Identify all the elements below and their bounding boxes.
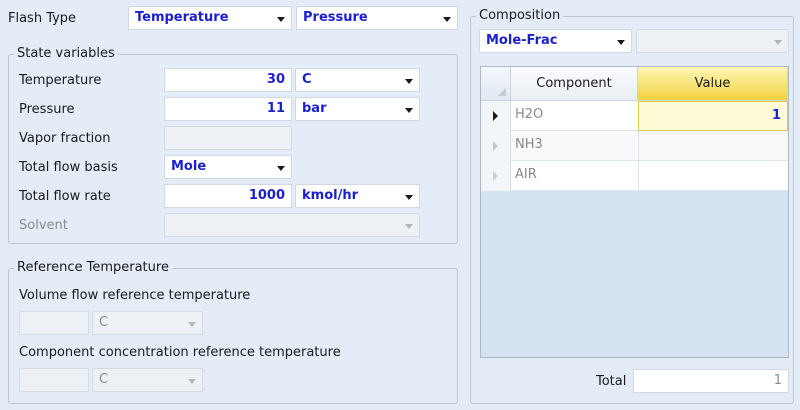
table-row[interactable]: AIR: [481, 161, 788, 191]
volume-ref-input[interactable]: [19, 311, 89, 335]
chevron-down-icon: [774, 40, 782, 45]
temperature-unit-value: C: [302, 72, 312, 87]
solvent-label: Solvent: [19, 218, 68, 233]
pressure-unit-value: bar: [302, 101, 327, 116]
flow-basis-label: Total flow basis: [19, 160, 118, 175]
row-pointer-icon: [493, 141, 498, 151]
pressure-unit-dropdown[interactable]: bar: [295, 97, 420, 121]
total-value: 1: [773, 373, 782, 388]
component-cell: NH3: [515, 137, 543, 152]
temperature-value: 30: [266, 72, 285, 87]
value-cell[interactable]: 1: [638, 101, 788, 131]
vapor-fraction-label: Vapor fraction: [19, 131, 111, 146]
chevron-down-icon: [188, 379, 196, 384]
table-row[interactable]: NH3: [481, 131, 788, 161]
table-row[interactable]: H2O 1: [481, 101, 788, 131]
grid-header: Component Value: [481, 67, 788, 101]
chevron-down-icon: [443, 17, 451, 22]
flash-type-label: Flash Type: [8, 11, 77, 26]
volume-ref-unit-value: C: [99, 315, 109, 330]
volume-ref-unit-dropdown[interactable]: C: [92, 311, 203, 335]
row-header[interactable]: [481, 101, 511, 131]
column-header-value[interactable]: Value: [638, 67, 788, 101]
reference-temperature-legend: Reference Temperature: [14, 260, 172, 276]
value-cell[interactable]: [638, 131, 788, 161]
column-header-component[interactable]: Component: [511, 67, 638, 101]
grid-corner[interactable]: [481, 67, 511, 101]
chevron-down-icon: [617, 40, 625, 45]
temperature-input[interactable]: 30: [164, 68, 292, 92]
row-header[interactable]: [481, 161, 511, 191]
row-pointer-icon: [493, 171, 498, 181]
flow-rate-label: Total flow rate: [19, 189, 111, 204]
conc-ref-input[interactable]: [19, 368, 89, 392]
flow-rate-input[interactable]: 1000: [164, 184, 292, 208]
chevron-down-icon: [188, 322, 196, 327]
chevron-down-icon: [405, 195, 413, 200]
temperature-unit-dropdown[interactable]: C: [295, 68, 420, 92]
flash-spec1-dropdown[interactable]: Temperature: [128, 6, 292, 30]
chevron-down-icon: [405, 108, 413, 113]
state-variables-legend: State variables: [14, 46, 118, 62]
row-header[interactable]: [481, 131, 511, 161]
conc-ref-unit-value: C: [99, 372, 109, 387]
flow-basis-dropdown[interactable]: Mole: [164, 155, 292, 179]
composition-basis-value: Mole-Frac: [486, 33, 558, 48]
current-row-icon: [493, 111, 498, 121]
chevron-down-icon: [405, 79, 413, 84]
pressure-value: 11: [266, 101, 285, 116]
chevron-down-icon: [277, 166, 285, 171]
flow-rate-unit-dropdown[interactable]: kmol/hr: [295, 184, 420, 208]
pressure-input[interactable]: 11: [164, 97, 292, 121]
conc-ref-label: Component concentration reference temper…: [19, 345, 341, 360]
flash-spec1-value: Temperature: [135, 10, 229, 25]
flow-basis-value: Mole: [171, 159, 207, 174]
value-cell[interactable]: [638, 161, 788, 191]
composition-secondary-dropdown[interactable]: [636, 29, 789, 53]
chevron-down-icon: [277, 17, 285, 22]
pressure-label: Pressure: [19, 102, 75, 117]
vapor-fraction-input[interactable]: [164, 126, 292, 150]
composition-basis-dropdown[interactable]: Mole-Frac: [479, 29, 632, 53]
flash-spec2-value: Pressure: [303, 10, 368, 25]
component-cell: AIR: [515, 167, 537, 182]
chevron-down-icon: [405, 224, 413, 229]
value-cell-text: 1: [771, 108, 781, 123]
composition-grid: Component Value H2O 1 NH3 AIR: [480, 66, 789, 358]
total-label: Total: [596, 374, 627, 389]
flow-rate-value: 1000: [248, 188, 285, 203]
flash-spec2-dropdown[interactable]: Pressure: [296, 6, 458, 30]
solvent-dropdown[interactable]: [164, 213, 420, 237]
volume-ref-label: Volume flow reference temperature: [19, 288, 251, 303]
temperature-label: Temperature: [19, 73, 102, 88]
component-cell: H2O: [515, 107, 544, 122]
total-field: 1: [633, 369, 789, 393]
select-all-icon: [498, 88, 506, 96]
composition-legend: Composition: [476, 8, 564, 24]
conc-ref-unit-dropdown[interactable]: C: [92, 368, 203, 392]
flow-rate-unit-value: kmol/hr: [302, 188, 358, 203]
